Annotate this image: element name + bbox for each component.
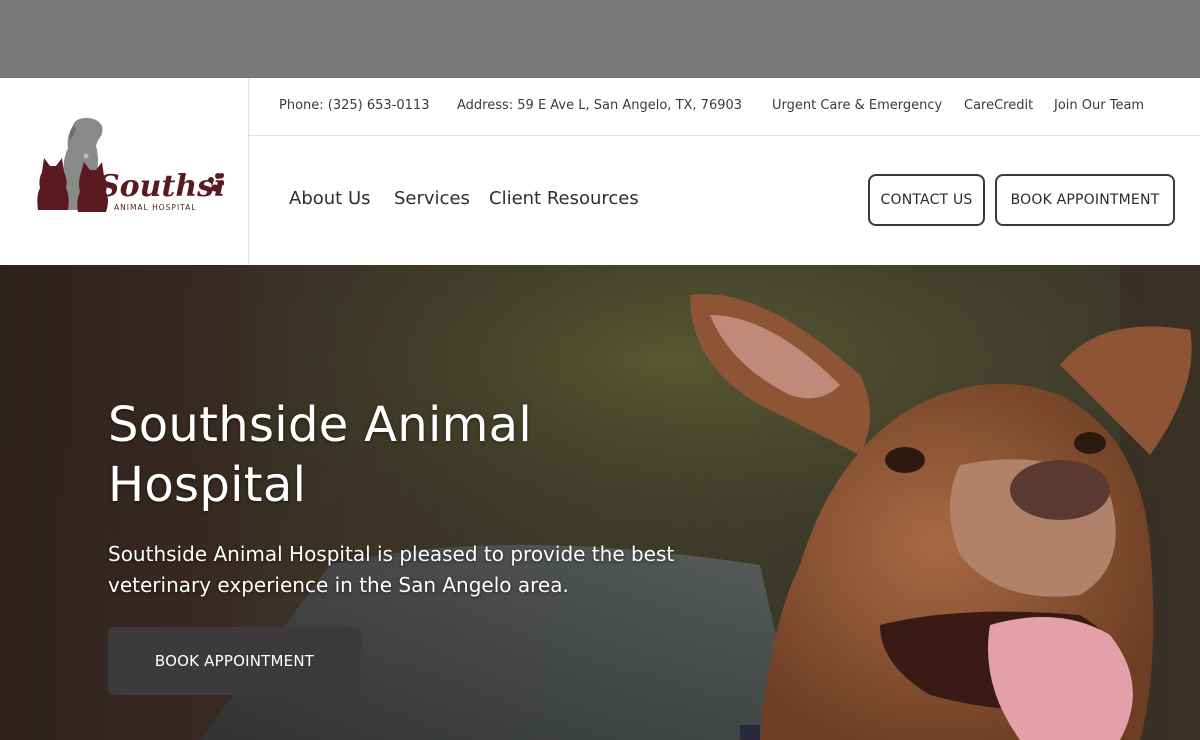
nav-client-resources[interactable]: Client Resources — [489, 188, 639, 209]
hero-section: Southside Animal Hospital Southside Anim… — [0, 265, 1200, 740]
nav-services[interactable]: Services — [394, 188, 470, 209]
top-gray-band — [0, 0, 1200, 78]
urgent-care-link[interactable]: Urgent Care & Emergency — [772, 98, 942, 113]
hero-title-line2: Hospital — [108, 457, 307, 513]
nav-about-us[interactable]: About Us — [289, 188, 371, 209]
logo-area[interactable]: Southside ANIMAL HOSPITAL — [0, 78, 249, 265]
hero-subtitle: Southside Animal Hospital is pleased to … — [108, 542, 675, 597]
hero-title: Southside Animal Hospital — [108, 395, 708, 515]
contact-us-button[interactable]: CONTACT US — [868, 174, 985, 226]
hero-title-line1: Southside Animal — [108, 397, 533, 453]
hero-content: Southside Animal Hospital Southside Anim… — [108, 395, 708, 601]
southside-logo[interactable]: Southside ANIMAL HOSPITAL — [34, 116, 224, 226]
utility-bar: Phone: (325) 653-0113 Address: 59 E Ave … — [249, 78, 1200, 136]
carecredit-link[interactable]: CareCredit — [964, 98, 1033, 113]
logo-tagline: ANIMAL HOSPITAL — [114, 203, 196, 212]
hero-book-appointment-button[interactable]: BOOK APPOINTMENT — [108, 627, 361, 695]
phone-link[interactable]: Phone: (325) 653-0113 — [279, 98, 429, 113]
site-header: Southside ANIMAL HOSPITAL Phone: (325) 6… — [0, 78, 1200, 265]
book-appointment-header-button[interactable]: BOOK APPOINTMENT — [995, 174, 1175, 226]
svg-text:Southside: Southside — [98, 169, 224, 204]
address-link[interactable]: Address: 59 E Ave L, San Angelo, TX, 769… — [457, 98, 742, 113]
join-team-link[interactable]: Join Our Team — [1054, 98, 1144, 113]
